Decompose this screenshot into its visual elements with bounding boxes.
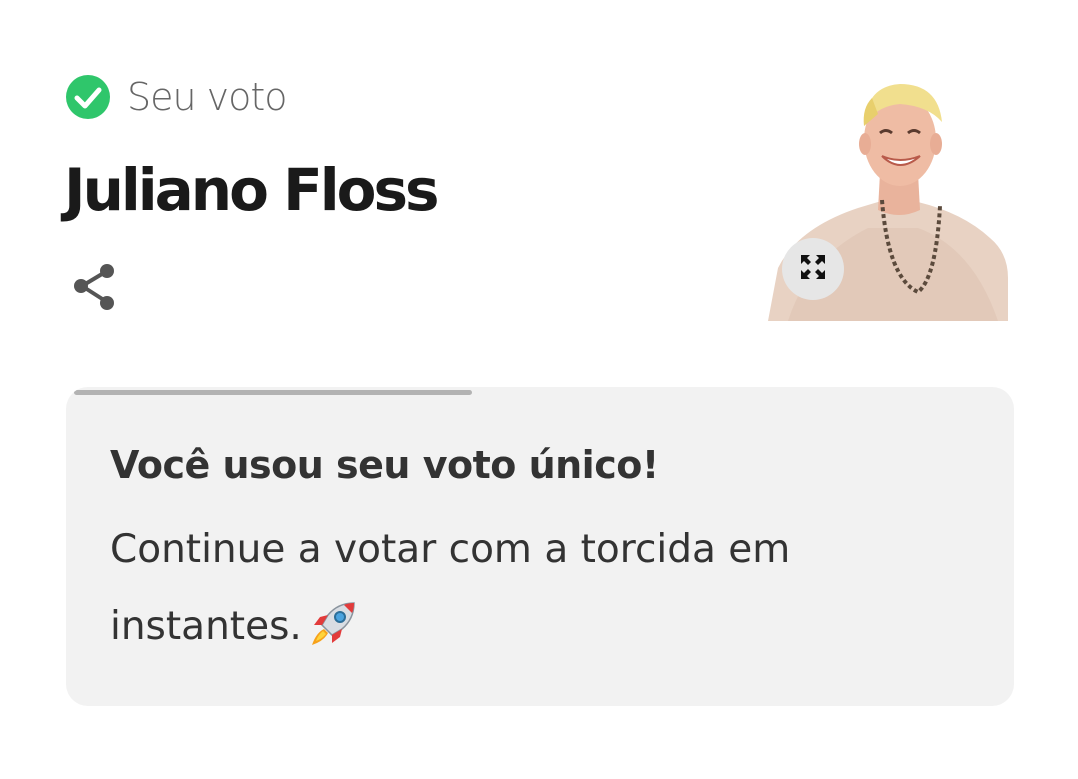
message-body: Continue a votar com a torcida em instan… [110, 511, 870, 675]
share-icon [70, 262, 118, 317]
rocket-icon [308, 598, 358, 675]
vote-status-label: Seu voto [127, 75, 288, 119]
message-title: Você usou seu voto único! [110, 443, 659, 487]
check-circle-icon [66, 75, 110, 119]
progress-track [66, 387, 1014, 395]
share-button[interactable] [66, 262, 122, 316]
message-body-text: Continue a votar com a torcida em instan… [110, 527, 791, 649]
progress-bar [74, 390, 472, 395]
candidate-name: Juliano Floss [64, 156, 439, 224]
message-card: Você usou seu voto único! Continue a vot… [66, 387, 1014, 706]
expand-button[interactable] [782, 238, 844, 300]
expand-icon [799, 253, 827, 286]
vote-status: Seu voto [66, 74, 288, 120]
